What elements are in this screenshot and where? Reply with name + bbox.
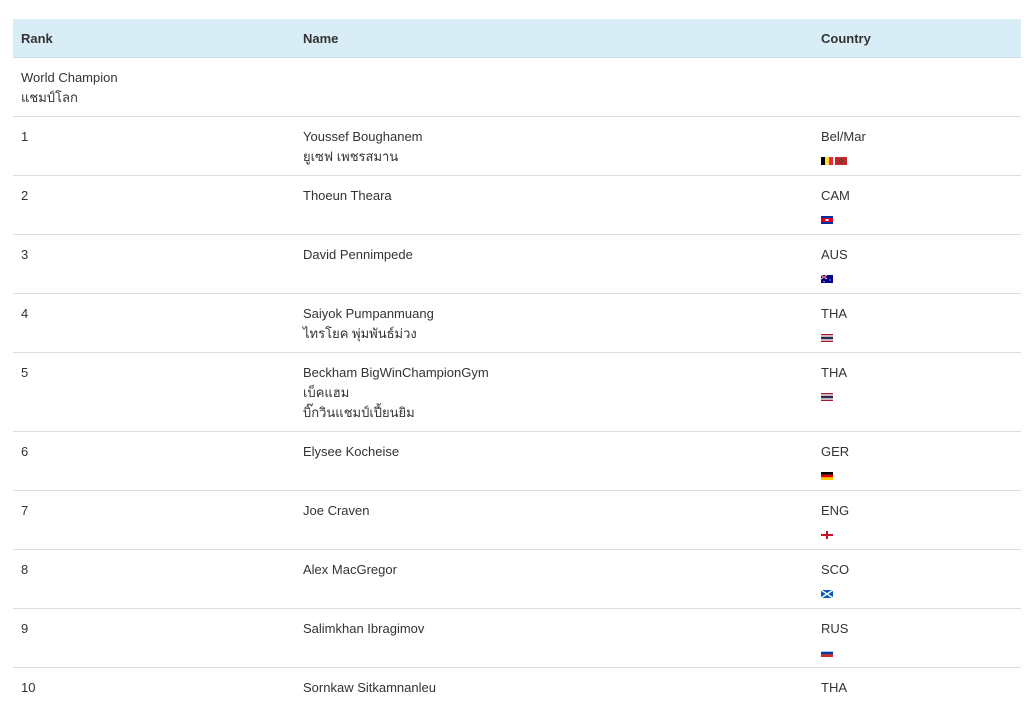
table-row: 3 David Pennimpede AUS bbox=[13, 235, 1021, 294]
fighter-name[interactable]: Elysee Kocheise bbox=[303, 442, 805, 462]
flag-group bbox=[821, 206, 1013, 226]
fighter-name[interactable]: Sornkaw Sitkamnanleu bbox=[303, 678, 805, 698]
country-code: AUS bbox=[821, 245, 1013, 265]
rank-cell: 8 bbox=[13, 550, 295, 609]
header-rank[interactable]: Rank bbox=[13, 19, 295, 58]
country-cell: Bel/Mar bbox=[813, 117, 1021, 176]
england-flag-icon bbox=[821, 525, 833, 533]
country-cell: ENG bbox=[813, 491, 1021, 550]
name-cell: Youssef Boughanemยูเซฟ เพชรสมาน bbox=[295, 117, 813, 176]
flag-group bbox=[821, 639, 1013, 659]
flag-group bbox=[821, 580, 1013, 600]
fighter-name[interactable]: David Pennimpede bbox=[303, 245, 805, 265]
table-header-row: Rank Name Country bbox=[13, 19, 1021, 58]
scotland-flag-icon bbox=[821, 584, 833, 592]
flag-group bbox=[821, 147, 1013, 167]
name-cell: Elysee Kocheise bbox=[295, 432, 813, 491]
header-name[interactable]: Name bbox=[295, 19, 813, 58]
fighter-name-thai: บิ๊กวินแชมป์เปี้ยนยิม bbox=[303, 403, 805, 423]
country-cell: CAM bbox=[813, 176, 1021, 235]
name-cell: Thoeun Theara bbox=[295, 176, 813, 235]
section-title-thai: แชมป์โลก bbox=[21, 88, 1013, 108]
flag-group bbox=[821, 324, 1013, 344]
rank-cell: 7 bbox=[13, 491, 295, 550]
rank-cell: 3 bbox=[13, 235, 295, 294]
table-row: 4Saiyok Pumpanmuangไทรโยค พุ่มพันธ์ม่วงT… bbox=[13, 294, 1021, 353]
country-code: CAM bbox=[821, 186, 1013, 206]
table-row: 8 Alex MacGregor SCO bbox=[13, 550, 1021, 609]
rank-cell: 4 bbox=[13, 294, 295, 353]
section-label: World Champion แชมป์โลก bbox=[13, 58, 1021, 117]
fighter-name[interactable]: Youssef Boughanem bbox=[303, 127, 805, 147]
belgium-flag-icon bbox=[821, 151, 833, 159]
rank-cell: 10 bbox=[13, 668, 295, 724]
country-cell: RUS bbox=[813, 609, 1021, 668]
fighter-name-thai: ยูเซฟ เพชรสมาน bbox=[303, 147, 805, 167]
fighter-name[interactable]: Joe Craven bbox=[303, 501, 805, 521]
morocco-flag-icon bbox=[835, 151, 847, 159]
country-cell: THA bbox=[813, 294, 1021, 353]
name-cell: David Pennimpede bbox=[295, 235, 813, 294]
fighter-name[interactable]: Beckham BigWinChampionGym bbox=[303, 363, 805, 383]
fighter-name[interactable]: Saiyok Pumpanmuang bbox=[303, 304, 805, 324]
country-code: THA bbox=[821, 304, 1013, 324]
table-row: 2 Thoeun Theara CAM bbox=[13, 176, 1021, 235]
rankings-table-container: Rank Name Country World Champion แชมป์โล… bbox=[13, 19, 1021, 724]
australia-flag-icon bbox=[821, 269, 833, 277]
country-code: ENG bbox=[821, 501, 1013, 521]
cambodia-flag-icon bbox=[821, 210, 833, 218]
flag-group bbox=[821, 462, 1013, 482]
name-cell: Saiyok Pumpanmuangไทรโยค พุ่มพันธ์ม่วง bbox=[295, 294, 813, 353]
name-cell: Salimkhan Ibragimov bbox=[295, 609, 813, 668]
name-cell: Sornkaw Sitkamnanleu bbox=[295, 668, 813, 724]
section-title: World Champion bbox=[21, 68, 1013, 88]
thailand-flag-icon bbox=[821, 328, 833, 336]
name-cell: Alex MacGregor bbox=[295, 550, 813, 609]
germany-flag-icon bbox=[821, 466, 833, 474]
country-cell: AUS bbox=[813, 235, 1021, 294]
russia-flag-icon bbox=[821, 643, 833, 651]
table-row: 9 Salimkhan Ibragimov RUS bbox=[13, 609, 1021, 668]
rank-cell: 9 bbox=[13, 609, 295, 668]
rankings-table: Rank Name Country World Champion แชมป์โล… bbox=[13, 19, 1021, 724]
flag-group bbox=[821, 521, 1013, 541]
flag-group bbox=[821, 383, 1013, 403]
rank-cell: 2 bbox=[13, 176, 295, 235]
country-code: THA bbox=[821, 678, 1013, 698]
section-row-world-champion: World Champion แชมป์โลก bbox=[13, 58, 1021, 117]
country-code: SCO bbox=[821, 560, 1013, 580]
table-row: 7 Joe Craven ENG bbox=[13, 491, 1021, 550]
name-cell: Beckham BigWinChampionGymเบ็คแฮมบิ๊กวินแ… bbox=[295, 353, 813, 432]
fighter-name-thai: ไทรโยค พุ่มพันธ์ม่วง bbox=[303, 324, 805, 344]
fighter-name[interactable]: Thoeun Theara bbox=[303, 186, 805, 206]
country-cell: GER bbox=[813, 432, 1021, 491]
table-row: 5Beckham BigWinChampionGymเบ็คแฮมบิ๊กวิน… bbox=[13, 353, 1021, 432]
rank-cell: 1 bbox=[13, 117, 295, 176]
fighter-name[interactable]: Alex MacGregor bbox=[303, 560, 805, 580]
fighter-name[interactable]: Salimkhan Ibragimov bbox=[303, 619, 805, 639]
country-cell: SCO bbox=[813, 550, 1021, 609]
fighter-name-thai: เบ็คแฮม bbox=[303, 383, 805, 403]
table-row: 1Youssef Boughanemยูเซฟ เพชรสมานBel/Mar bbox=[13, 117, 1021, 176]
country-code: THA bbox=[821, 363, 1013, 383]
country-code: GER bbox=[821, 442, 1013, 462]
table-row: 10 Sornkaw Sitkamnanleu THA bbox=[13, 668, 1021, 724]
rank-cell: 6 bbox=[13, 432, 295, 491]
name-cell: Joe Craven bbox=[295, 491, 813, 550]
country-code: RUS bbox=[821, 619, 1013, 639]
country-cell: THA bbox=[813, 353, 1021, 432]
flag-group bbox=[821, 265, 1013, 285]
country-code: Bel/Mar bbox=[821, 127, 1013, 147]
country-cell: THA bbox=[813, 668, 1021, 724]
header-country[interactable]: Country bbox=[813, 19, 1021, 58]
thailand-flag-icon bbox=[821, 387, 833, 395]
table-row: 6 Elysee Kocheise GER bbox=[13, 432, 1021, 491]
rank-cell: 5 bbox=[13, 353, 295, 432]
